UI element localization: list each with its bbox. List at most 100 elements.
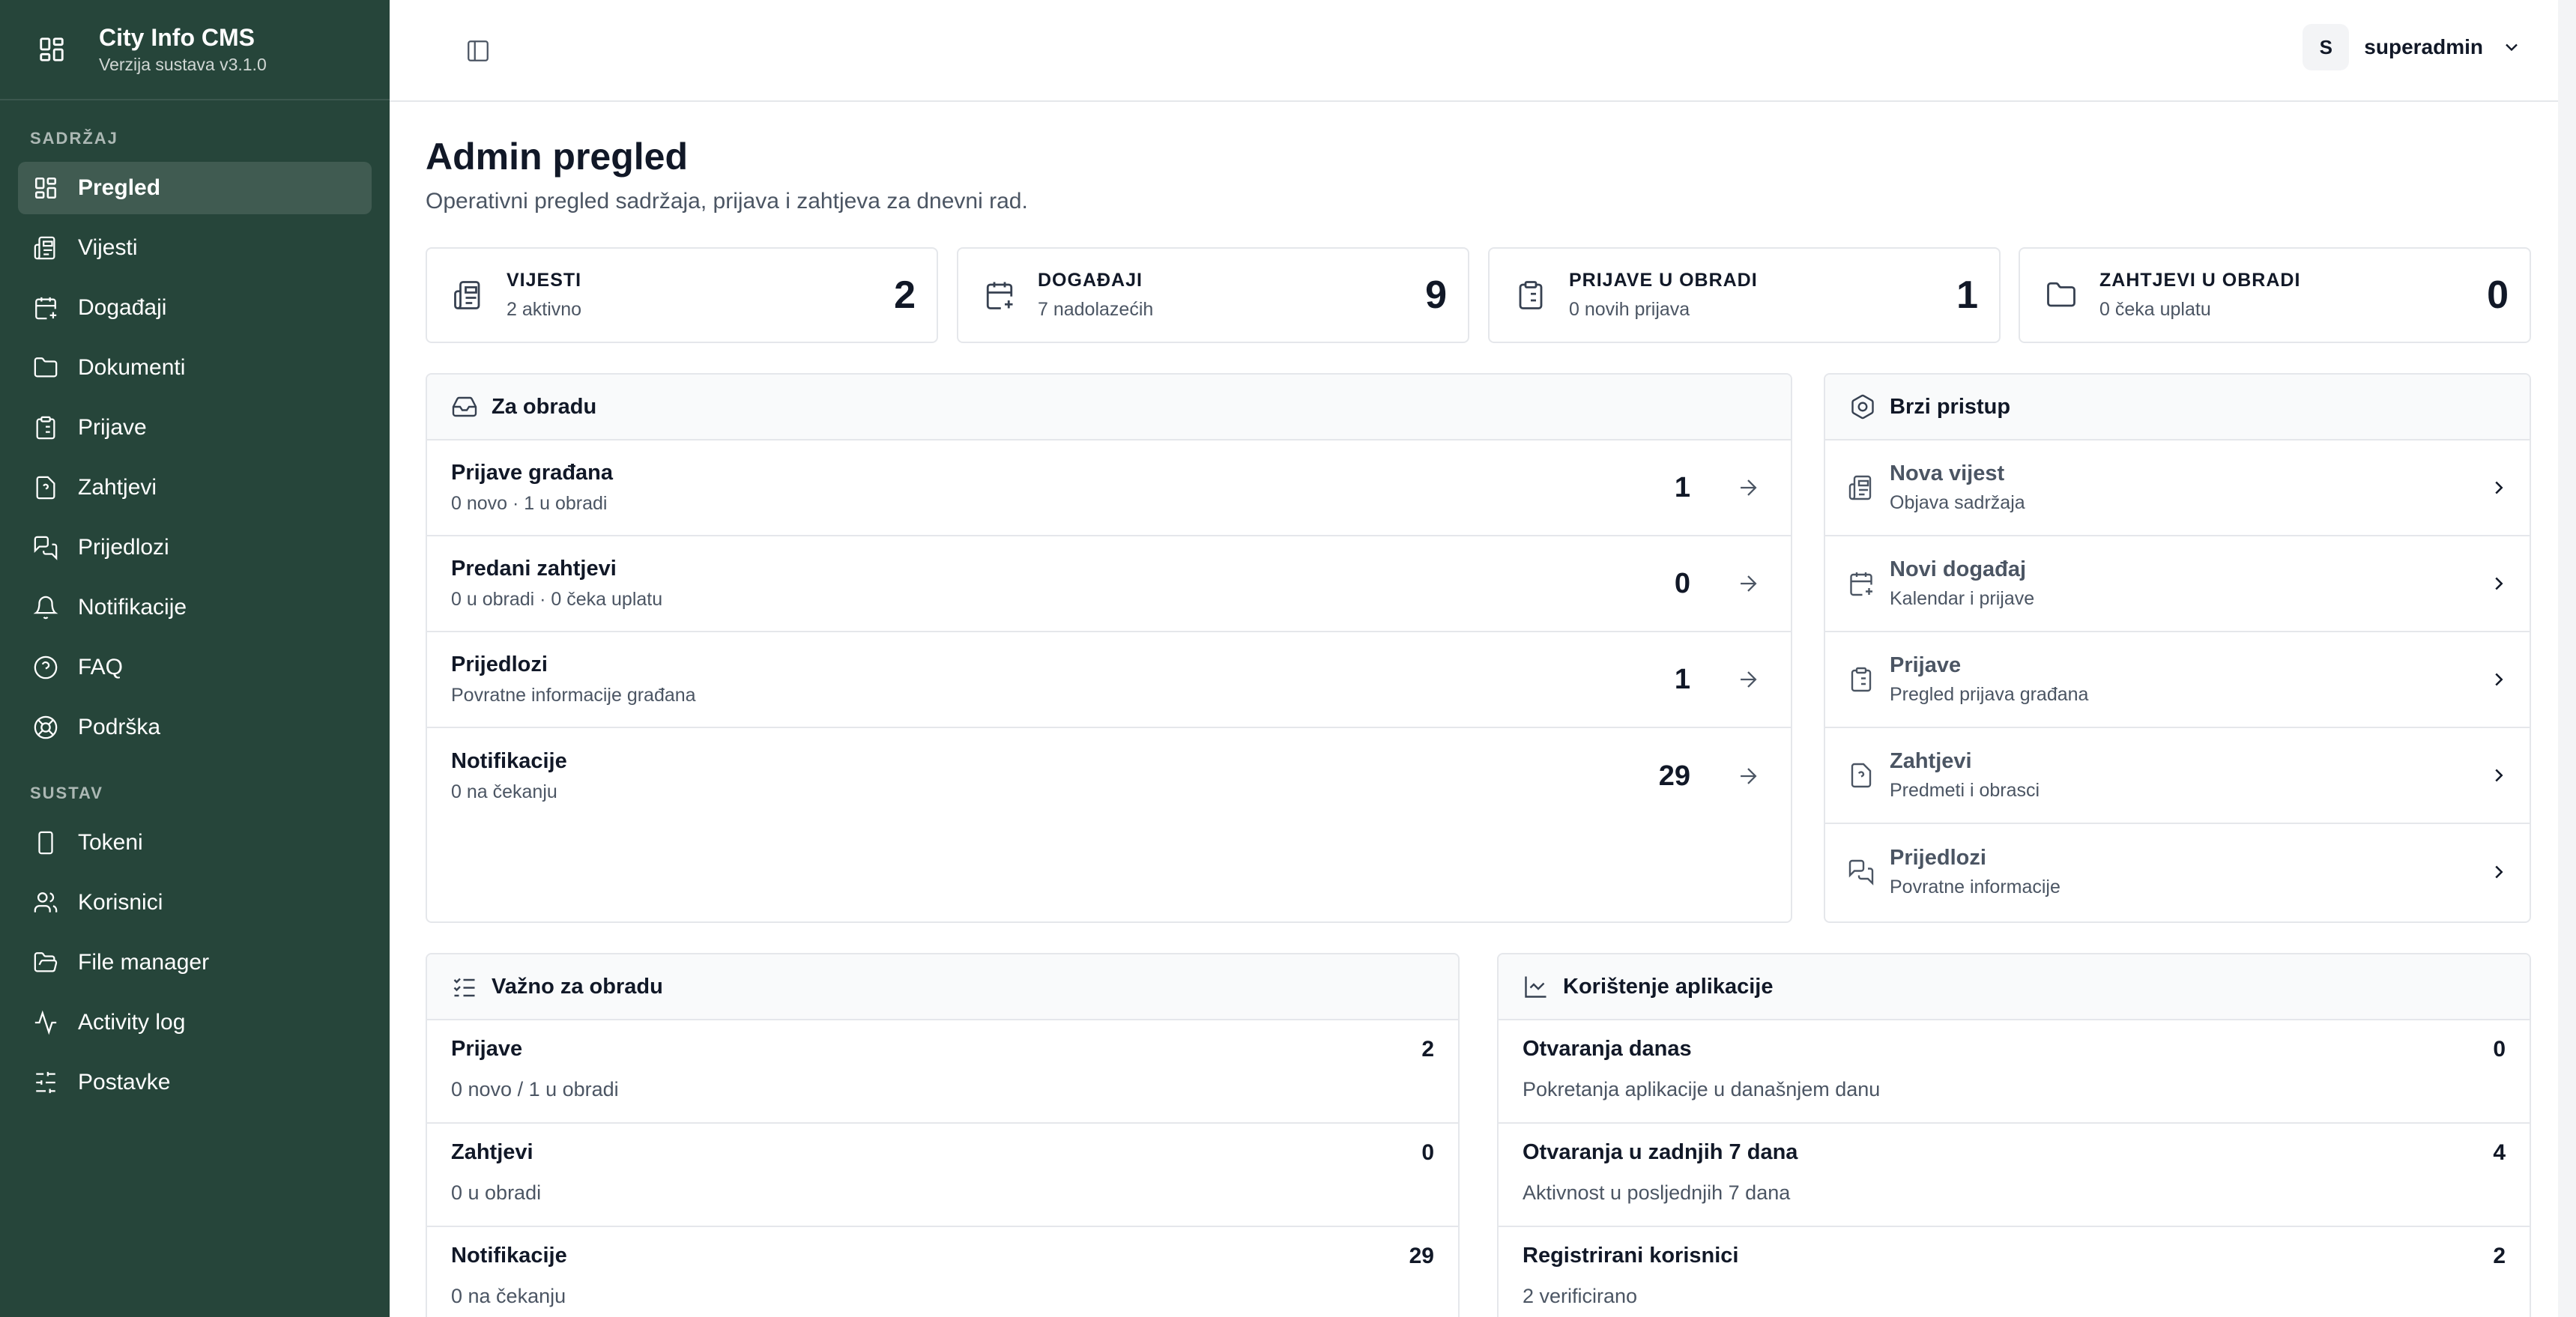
sidebar-item-tokeni[interactable]: Tokeni <box>18 817 372 869</box>
stat-value: 2 <box>894 273 916 317</box>
stat-sub: 2 aktivno <box>507 299 582 320</box>
app-name: City Info CMS <box>99 24 255 51</box>
row-sub: 0 u obradi <box>451 1181 542 1204</box>
row-sub: 0 novo / 1 u obradi <box>451 1078 619 1100</box>
list-item: Notifikacije 0 na čekanju 29 <box>427 1227 1458 1317</box>
sidebar-item-vijesti[interactable]: Vijesti <box>18 222 372 274</box>
sidebar-item-label: Korisnici <box>78 890 163 915</box>
scrollbar[interactable] <box>2558 0 2576 1317</box>
quick-link-novi-dogadaj[interactable]: Novi događaj Kalendar i prijave <box>1825 536 2530 632</box>
dashboard-icon <box>34 177 57 199</box>
chevron-right-icon <box>2495 577 2503 590</box>
sidebar-item-faq[interactable]: FAQ <box>18 641 372 694</box>
messages-icon <box>1848 859 1874 885</box>
sidebar-item-prijave[interactable]: Prijave <box>18 402 372 454</box>
row-value: 4 <box>2493 1140 2506 1165</box>
arrow-right-icon <box>1741 575 1757 592</box>
row-title: Otvaranja u zadnjih 7 dana <box>1523 1140 1798 1164</box>
stat-card-zahtjevi[interactable]: ZAHTJEVI U OBRADI 0 čeka uplatu 0 <box>2019 247 2531 343</box>
panel-title: Korištenje aplikacije <box>1563 974 1774 999</box>
bell-icon <box>33 596 58 620</box>
clipboard-icon <box>1851 667 1872 692</box>
quick-sub: Kalendar i prijave <box>1890 588 2035 609</box>
sidebar-item-podrska[interactable]: Podrška <box>18 701 372 754</box>
stat-sub: 7 nadolazećih <box>1038 299 1154 320</box>
work-row-notifikacije[interactable]: Notifikacije 0 na čekanju 29 <box>427 728 1791 824</box>
row-title: Prijedlozi <box>451 653 548 676</box>
calendar-plus-icon <box>1850 572 1872 596</box>
sidebar-item-notifikacije[interactable]: Notifikacije <box>18 581 372 634</box>
folder-open-icon <box>34 952 58 972</box>
stat-label: DOGAĐAJI <box>1038 270 1143 291</box>
stat-card-prijave[interactable]: PRIJAVE U OBRADI 0 novih prijava 1 <box>1488 247 2001 343</box>
work-row-prijave[interactable]: Prijave građana 0 novo · 1 u obradi 1 <box>427 440 1791 536</box>
sidebar-toggle-button[interactable] <box>462 34 495 67</box>
sidebar-item-label: Vijesti <box>78 235 138 260</box>
row-sub: Aktivnost u posljednjih 7 dana <box>1523 1181 1791 1204</box>
sidebar-item-pregled[interactable]: Pregled <box>18 162 372 214</box>
page-subtitle: Operativni pregled sadržaja, prijava i z… <box>426 189 1028 214</box>
panel-title: Važno za obradu <box>492 974 663 999</box>
row-sub: 0 u obradi · 0 čeka uplatu <box>451 589 663 610</box>
row-value: 2 <box>1421 1037 1434 1062</box>
panel-title: Brzi pristup <box>1890 394 2011 419</box>
quick-title: Novi događaj <box>1890 557 2027 581</box>
brand[interactable]: City Info CMS Verzija sustava v3.1.0 <box>0 0 390 100</box>
za-obradu-panel: Za obradu Prijave građana 0 novo · 1 u o… <box>426 373 1792 923</box>
arrow-right-icon <box>1741 479 1757 496</box>
stat-sub: 0 čeka uplatu <box>2099 299 2211 320</box>
life-buoy-icon <box>34 715 58 739</box>
row-value: 29 <box>1409 1244 1434 1268</box>
sidebar-item-file-manager[interactable]: File manager <box>18 936 372 989</box>
sidebar-item-postavke[interactable]: Postavke <box>18 1056 372 1109</box>
sidebar-item-zahtjevi[interactable]: Zahtjevi <box>18 461 372 514</box>
hexagon-icon <box>1851 394 1874 420</box>
list-item: Registrirani korisnici 2 verificirano 2 <box>1499 1227 2530 1317</box>
panel-title: Za obradu <box>492 394 597 419</box>
row-count: 1 <box>1674 663 1690 695</box>
row-count: 0 <box>1674 567 1690 599</box>
sidebar-item-label: Podrška <box>78 715 161 739</box>
stat-label: ZAHTJEVI U OBRADI <box>2099 270 2301 291</box>
chevron-right-icon <box>2495 481 2503 494</box>
quick-link-zahtjevi[interactable]: Zahtjevi Predmeti i obrasci <box>1825 728 2530 824</box>
row-sub: Pokretanja aplikacije u današnjem danu <box>1523 1078 1881 1100</box>
clipboard-icon <box>36 416 55 440</box>
user-menu[interactable]: S superadmin <box>2303 24 2522 70</box>
sidebar-item-label: File manager <box>78 950 210 975</box>
sidebar-item-dogadaji[interactable]: Događaji <box>18 282 372 334</box>
panel-header: Korištenje aplikacije <box>1499 954 2530 1020</box>
brzi-pristup-panel: Brzi pristup Nova vijest Objava sadržaja… <box>1824 373 2531 923</box>
sidebar-item-prijedlozi[interactable]: Prijedlozi <box>18 521 372 574</box>
row-title: Prijave građana <box>451 461 613 485</box>
avatar: S <box>2303 24 2350 70</box>
stat-card-dogadaji[interactable]: DOGAĐAJI 7 nadolazećih 9 <box>957 247 1469 343</box>
newspaper-icon <box>34 236 55 260</box>
quick-link-prijedlozi[interactable]: Prijedlozi Povratne informacije <box>1825 824 2530 920</box>
user-name: superadmin <box>2364 35 2483 58</box>
sidebar-item-korisnici[interactable]: Korisnici <box>18 877 372 929</box>
section-label-sadrzaj: SADRŽAJ <box>30 129 118 148</box>
sidebar-item-dokumenti[interactable]: Dokumenti <box>18 342 372 394</box>
quick-link-nova-vijest[interactable]: Nova vijest Objava sadržaja <box>1825 440 2530 536</box>
row-sub: 0 na čekanju <box>451 781 557 802</box>
row-value: 0 <box>2493 1037 2506 1062</box>
folder-icon <box>2047 282 2075 307</box>
work-row-prijedlozi[interactable]: Prijedlozi Povratne informacije građana … <box>427 632 1791 728</box>
sidebar-item-label: Zahtjevi <box>78 475 157 500</box>
file-question-icon <box>36 476 55 500</box>
row-value: 0 <box>1421 1140 1434 1165</box>
list-checks-icon <box>453 978 475 997</box>
quick-sub: Pregled prijava građana <box>1890 684 2089 705</box>
dashboard-icon <box>40 37 64 61</box>
arrow-right-icon <box>1741 768 1757 784</box>
work-row-zahtjevi[interactable]: Predani zahtjevi 0 u obradi · 0 čeka upl… <box>427 536 1791 632</box>
messages-icon <box>34 536 58 560</box>
stat-card-vijesti[interactable]: VIJESTI 2 aktivno 2 <box>426 247 938 343</box>
sidebar-item-activity-log[interactable]: Activity log <box>18 996 372 1049</box>
sidebar-item-label: Pregled <box>78 175 161 200</box>
vazno-panel: Važno za obradu Prijave 0 novo / 1 u obr… <box>426 953 1460 1317</box>
row-title: Prijave <box>451 1037 523 1061</box>
quick-link-prijave[interactable]: Prijave Pregled prijava građana <box>1825 632 2530 728</box>
panel-header: Za obradu <box>427 375 1791 440</box>
